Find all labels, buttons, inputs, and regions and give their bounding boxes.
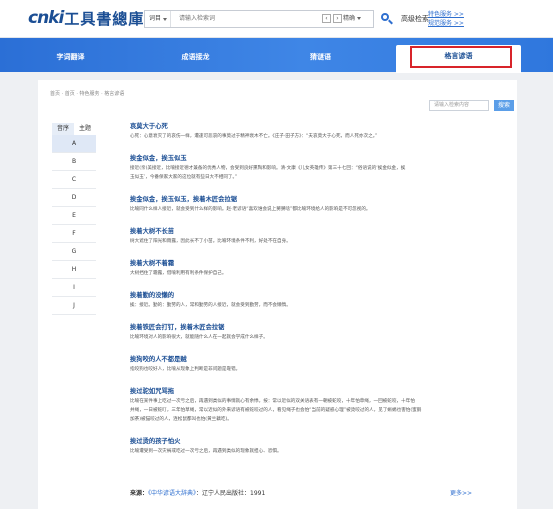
list-item: 挨过烫的孩子怕火 比喻遭受到一次灾祸或吃过一次亏之后，再遇到类似的现象就担心、恐…: [130, 437, 500, 467]
source-book-link[interactable]: 《中华谚语大辞典》: [148, 490, 196, 497]
search-bar: 词目 ‹› 精确: [144, 10, 374, 28]
source-line: 来源：《中华谚语大辞典》：辽宁人民出版社：1991: [130, 488, 265, 497]
alphabet-index: A B C D E F G H I J: [52, 135, 96, 315]
tab-idiom-chain[interactable]: 成语接龙: [133, 38, 258, 72]
search-button[interactable]: [378, 10, 394, 28]
idiom-title[interactable]: 挨狗咬的人不都是贼: [130, 355, 500, 365]
cnki-logo[interactable]: cnki 工具書總庫: [28, 8, 144, 28]
letter-item[interactable]: B: [52, 153, 96, 171]
match-mode-select[interactable]: 精确: [343, 11, 362, 27]
search-scope-select[interactable]: 词目: [145, 11, 171, 27]
letter-item[interactable]: F: [52, 225, 96, 243]
idiom-desc: 比喻环境对人的影响很大，就能随什么人在一起就会学成什么样子。: [130, 335, 268, 340]
logo-title: 工具書總庫: [64, 9, 145, 28]
header-link-2[interactable]: 规范服务 >>: [428, 19, 464, 28]
top-header: cnki 工具書總庫 词目 ‹› 精确 高级检索 特色服务 >> 规范服务 >>: [0, 0, 553, 38]
idiom-title[interactable]: 挨过烫的孩子怕火: [130, 437, 500, 447]
idiom-title[interactable]: 挨着勤的没懒的: [130, 291, 500, 301]
list-item: 挨过驼如咒骂拖 比喻在某件事上吃过一次亏之后，再遇到类似的事情就心有余悸。按：常…: [130, 387, 500, 437]
filter-input[interactable]: 请输入检索内容: [429, 100, 489, 111]
breadcrumb: 首页 · 首页 · 特色服务 · 格言谚语: [50, 91, 125, 97]
content-panel: 首页 · 首页 · 特色服务 · 格言谚语 请输入检索内容 搜索 音序 主题 A…: [38, 80, 517, 509]
prev-icon[interactable]: ‹: [322, 14, 331, 23]
idiom-title[interactable]: 挨过驼如咒骂拖: [130, 387, 500, 397]
letter-item[interactable]: D: [52, 189, 96, 207]
tab-phonetic-order[interactable]: 音序: [52, 123, 74, 135]
list-item: 挨着大树不着霜 大树挡住了霜露，借喻利用有利条件保护自己。: [130, 259, 500, 291]
tab-word-translate[interactable]: 字词翻译: [8, 38, 133, 72]
logo-mark: cnki: [28, 8, 64, 28]
filter-search-button[interactable]: 搜索: [494, 100, 514, 111]
scope-label: 词目: [149, 15, 162, 22]
idiom-title[interactable]: 挨着铁匠会打钉，挨着木匠会拉锯: [130, 323, 500, 333]
pager-buttons: ‹ ›: [322, 14, 342, 23]
advanced-search-link[interactable]: 高级检索: [401, 14, 429, 24]
idiom-desc: 比喻在某件事上吃过一次亏之后，再遇到类似的事情就心有余悸。按：常以近似的双关语表…: [130, 399, 415, 404]
list-item: 挨着大树不长苗 树大遮住了阳光和雨露，因此长不了小苗。比喻环境条件不利，好处不在…: [130, 227, 500, 259]
idiom-title[interactable]: 挨金似金，挨玉似玉，挨着木匠会拉锯: [130, 195, 500, 205]
list-item: 挨金似金，挨玉似玉 接近(亲)美接近，比喻接近德才兼备的优秀人物，会受到良好熏陶…: [130, 154, 500, 195]
idiom-desc: 指咬狗也咬好人，比喻从现象上判断是非问题是靠错。: [130, 367, 241, 372]
idiom-desc: 挨：接近。勤的：勤劳的人，常和勤劳的人接近，就会受到勤劳，而不会懒惰。: [130, 303, 291, 308]
letter-item[interactable]: I: [52, 279, 96, 297]
chevron-down-icon: [357, 17, 362, 20]
idiom-desc: 心死：心意衰灭了的哀伤一样，遭逢可悲哀的事莫过于精神衰木不亡。《庄子·田子方》：…: [130, 134, 378, 139]
chevron-down-icon: [163, 18, 167, 21]
letter-item[interactable]: C: [52, 171, 96, 189]
idiom-desc: 树大遮住了阳光和雨露，因此长不了小苗。比喻环境条件不利，好处不在自身。: [130, 239, 291, 244]
header-link-1[interactable]: 特色服务 >>: [428, 10, 464, 19]
list-item: 挨着勤的没懒的 挨：接近。勤的：勤劳的人，常和勤劳的人接近，就会受到勤劳，而不会…: [130, 291, 500, 323]
letter-item[interactable]: G: [52, 243, 96, 261]
search-input[interactable]: [179, 11, 319, 27]
side-tabs: 音序 主题: [52, 123, 96, 135]
list-item: 挨金似金，挨玉似玉，挨着木匠会拉锯 比喻同什么样人接近，就会受到什么样的影响。赵…: [130, 195, 500, 227]
list-item: 挨狗咬的人不都是贼 指咬狗也咬好人，比喻从现象上判断是非问题是靠错。: [130, 355, 500, 387]
list-item: 挨着铁匠会打钉，挨着木匠会拉锯 比喻环境对人的影响很大，就能随什么人在一起就会学…: [130, 323, 500, 355]
idiom-desc: 加茶)被猫咬过的人，连松鼠都叫也怕(黄兰藕吃)。: [130, 417, 232, 422]
idiom-desc: 比喻遭受到一次灾祸或吃过一次亏之后，再遇到类似的现象就担心、恐惧。: [130, 449, 282, 454]
tab-riddles[interactable]: 猜谜语: [258, 38, 383, 72]
next-icon[interactable]: ›: [333, 14, 342, 23]
idiom-title[interactable]: 挨着大树不着霜: [130, 259, 500, 269]
letter-item[interactable]: H: [52, 261, 96, 279]
idiom-title[interactable]: 挨金似金，挨玉似玉: [130, 154, 500, 164]
letter-item[interactable]: J: [52, 297, 96, 315]
idiom-desc: 接近(亲)美接近，比喻接近德才兼备的优秀人物，会受到良好熏陶和影响。清·文康《儿…: [130, 166, 406, 171]
source-publisher: ：辽宁人民出版社：1991: [196, 490, 266, 497]
match-mode-label: 精确: [343, 15, 356, 22]
idiom-title[interactable]: 哀莫大于心死: [130, 122, 500, 132]
idiom-desc: 大树挡住了霜露，借喻利用有利条件保护自己。: [130, 271, 227, 276]
idiom-desc: 玉似玉’，今番保家大家的这位就有些日大不相同了。”: [130, 175, 238, 180]
idiom-list: 哀莫大于心死 心死：心意衰灭了的哀伤一样，遭逢可悲哀的事莫过于精神衰木不亡。《庄…: [130, 122, 500, 467]
highlight-box: [410, 46, 512, 68]
header-links: 特色服务 >> 规范服务 >>: [428, 10, 464, 28]
list-item: 哀莫大于心死 心死：心意衰灭了的哀伤一样，遭逢可悲哀的事莫过于精神衰木不亡。《庄…: [130, 122, 500, 154]
source-prefix: 来源：: [130, 490, 149, 497]
letter-item[interactable]: E: [52, 207, 96, 225]
idiom-desc: 井绳，一日被蛇叮，三年怕草绳，常以近似的外来谚语有被蛇咬过的人，看见绳子也会怕“…: [130, 408, 422, 413]
tab-topic[interactable]: 主题: [74, 123, 96, 135]
idiom-desc: 比喻同什么样人接近，就会受到什么样的影响。赵·老谚语“喜欢谁会说上舅舅啥”都比喻…: [130, 207, 371, 212]
idiom-title[interactable]: 挨着大树不长苗: [130, 227, 500, 237]
letter-item[interactable]: A: [52, 135, 96, 153]
more-link[interactable]: 更多>>: [450, 488, 472, 497]
